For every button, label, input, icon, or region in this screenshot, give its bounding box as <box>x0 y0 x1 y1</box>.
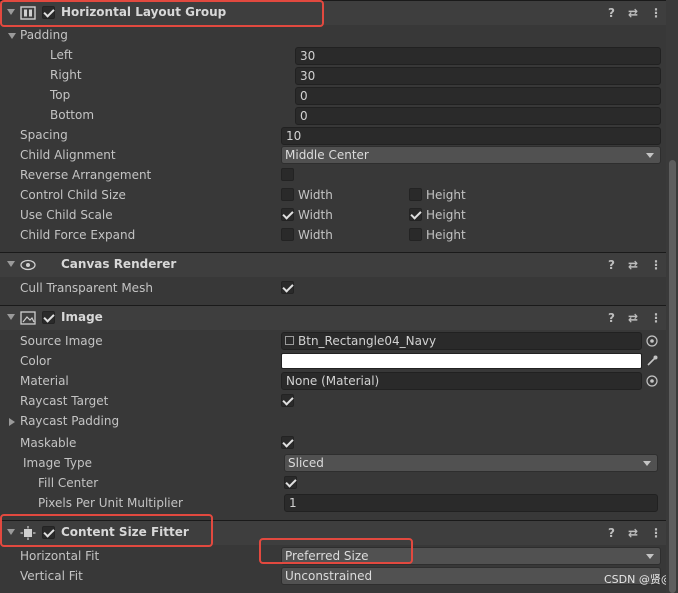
sprite-icon <box>285 336 294 345</box>
more-icon[interactable]: ⋮ <box>650 311 662 325</box>
spacing-field[interactable]: 10 <box>281 127 661 145</box>
source-image-value: Btn_Rectangle04_Navy <box>298 334 437 348</box>
use-child-scale-width-label: Width <box>298 208 333 222</box>
source-image-field[interactable]: Btn_Rectangle04_Navy <box>281 332 642 350</box>
object-picker-icon[interactable] <box>645 374 659 388</box>
help-icon[interactable]: ? <box>608 6 615 20</box>
presets-icon[interactable]: ⇄ <box>628 258 638 272</box>
presets-icon[interactable]: ⇄ <box>628 526 638 540</box>
vertical-fit-value: Unconstrained <box>285 569 373 583</box>
dropdown-arrow-icon <box>646 153 654 158</box>
control-child-size-width-checkbox[interactable] <box>281 188 294 201</box>
bottom-label: Bottom <box>50 108 95 122</box>
raycast-padding-label[interactable]: Raycast Padding <box>20 414 119 428</box>
more-icon[interactable]: ⋮ <box>650 258 662 272</box>
reverse-arrangement-checkbox[interactable] <box>281 168 294 181</box>
child-force-expand-width-checkbox[interactable] <box>281 228 294 241</box>
right-field[interactable]: 30 <box>295 67 661 85</box>
child-force-expand-label: Child Force Expand <box>20 228 136 242</box>
raycast-target-checkbox[interactable] <box>281 394 294 407</box>
material-label: Material <box>20 374 69 388</box>
control-child-size-height-checkbox[interactable] <box>409 188 422 201</box>
top-field[interactable]: 0 <box>295 87 661 105</box>
fill-center-checkbox[interactable] <box>284 476 297 489</box>
child-force-expand-height-label: Height <box>426 228 466 242</box>
control-child-size-height-label: Height <box>426 188 466 202</box>
presets-icon[interactable]: ⇄ <box>628 311 638 325</box>
pixels-per-unit-label: Pixels Per Unit Multiplier <box>38 496 183 510</box>
image-type-label: Image Type <box>23 456 92 470</box>
use-child-scale-label: Use Child Scale <box>20 208 113 222</box>
control-child-size-label: Control Child Size <box>20 188 126 202</box>
spacing-label: Spacing <box>20 128 68 142</box>
top-label: Top <box>50 88 71 102</box>
maskable-checkbox[interactable] <box>281 436 294 449</box>
highlight-box-horizontal-fit <box>259 538 413 564</box>
image-title: Image <box>61 310 103 324</box>
more-icon[interactable]: ⋮ <box>650 6 662 20</box>
color-label: Color <box>20 354 52 368</box>
image-type-dropdown[interactable]: Sliced <box>284 454 658 472</box>
raycast-target-label: Raycast Target <box>20 394 109 408</box>
object-picker-icon[interactable] <box>645 334 659 348</box>
right-label: Right <box>50 68 82 82</box>
dropdown-arrow-icon <box>646 554 654 559</box>
horizontal-fit-label: Horizontal Fit <box>20 549 100 563</box>
foldout-arrow-icon[interactable] <box>7 314 15 320</box>
material-field[interactable]: None (Material) <box>281 372 642 390</box>
dropdown-arrow-icon <box>643 461 651 466</box>
eye-icon <box>20 259 36 271</box>
child-alignment-dropdown[interactable]: Middle Center <box>281 146 661 164</box>
help-icon[interactable]: ? <box>608 258 615 272</box>
bottom-field[interactable]: 0 <box>295 107 661 125</box>
scrollbar-thumb[interactable] <box>669 160 676 593</box>
left-field[interactable]: 30 <box>295 47 661 65</box>
child-alignment-value: Middle Center <box>285 148 369 162</box>
more-icon[interactable]: ⋮ <box>650 526 662 540</box>
image-enabled-checkbox[interactable] <box>42 311 55 324</box>
use-child-scale-height-checkbox[interactable] <box>409 208 422 221</box>
raycast-padding-foldout-icon[interactable] <box>9 418 15 426</box>
reverse-arrangement-label: Reverse Arrangement <box>20 168 152 182</box>
canvas-renderer-header[interactable]: Canvas Renderer ? ⇄ ⋮ <box>0 252 666 277</box>
maskable-label: Maskable <box>20 436 77 450</box>
left-label: Left <box>50 48 73 62</box>
highlight-box-csf <box>0 514 213 547</box>
padding-label: Padding <box>20 28 68 42</box>
control-child-size-width-label: Width <box>298 188 333 202</box>
canvas-renderer-title: Canvas Renderer <box>61 257 177 271</box>
image-type-value: Sliced <box>288 456 324 470</box>
child-force-expand-width-label: Width <box>298 228 333 242</box>
eyedropper-icon[interactable] <box>645 354 659 368</box>
fill-center-label: Fill Center <box>38 476 99 490</box>
highlight-box-hlg <box>0 0 324 27</box>
help-icon[interactable]: ? <box>608 311 615 325</box>
cull-transparent-mesh-label: Cull Transparent Mesh <box>20 281 153 295</box>
use-child-scale-height-label: Height <box>426 208 466 222</box>
child-force-expand-height-checkbox[interactable] <box>409 228 422 241</box>
color-swatch[interactable] <box>281 353 642 369</box>
child-alignment-label: Child Alignment <box>20 148 116 162</box>
image-header[interactable]: Image ? ⇄ ⋮ <box>0 305 666 330</box>
foldout-arrow-icon[interactable] <box>7 261 15 267</box>
pixels-per-unit-field[interactable]: 1 <box>284 494 658 512</box>
cull-transparent-mesh-checkbox[interactable] <box>281 281 294 294</box>
padding-foldout-icon[interactable] <box>8 33 16 39</box>
presets-icon[interactable]: ⇄ <box>628 6 638 20</box>
vertical-fit-label: Vertical Fit <box>20 569 83 583</box>
source-image-label: Source Image <box>20 334 103 348</box>
watermark: CSDN @贤@ <box>604 573 672 586</box>
image-icon <box>20 311 36 325</box>
help-icon[interactable]: ? <box>608 526 615 540</box>
use-child-scale-width-checkbox[interactable] <box>281 208 294 221</box>
